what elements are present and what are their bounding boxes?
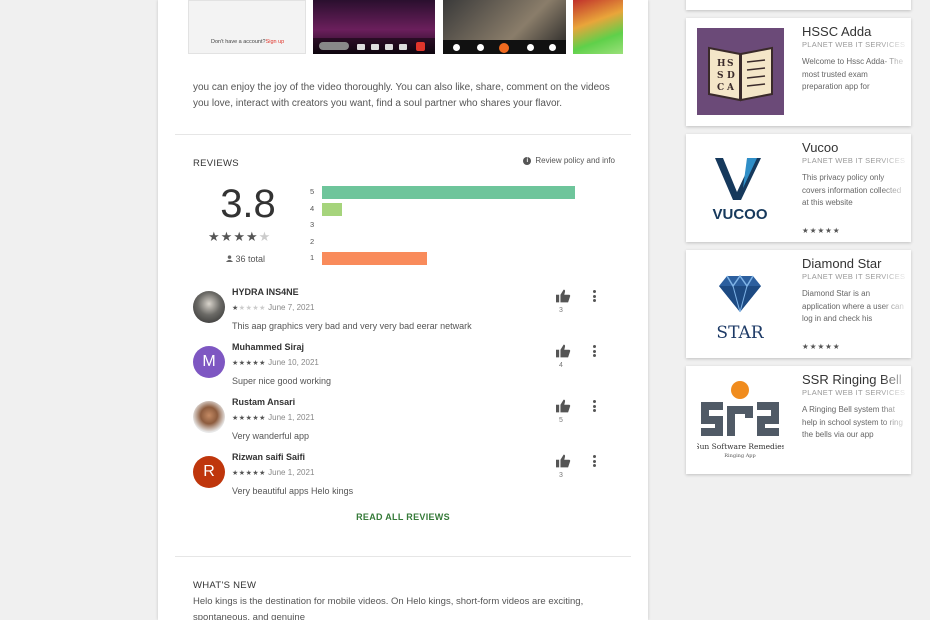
rating-count: 36 total (226, 254, 265, 264)
review-meta: ★★★★★ June 10, 2021 (232, 358, 319, 367)
thumbs-up-icon[interactable] (555, 454, 571, 468)
reviewer-name: Rizwan saifi Saifi (232, 452, 306, 462)
app-description: you can enjoy the joy of the video thoro… (193, 82, 610, 109)
card-rating-stars: ★★★★★ (802, 226, 841, 235)
avatar[interactable]: M (193, 346, 225, 378)
like-count: 3 (559, 307, 563, 314)
svg-text:Ringing App: Ringing App (724, 453, 755, 459)
svg-text:D: D (727, 71, 735, 81)
thumbs-up-icon[interactable] (555, 289, 571, 303)
review-item: Rustam Ansari ★★★★★ June 1, 2021 Very wand… (193, 397, 613, 449)
screenshot-2[interactable] (313, 0, 435, 54)
review-item: HYDRA INS4NE ★★★★★ June 7, 2021 This aap g… (193, 287, 613, 339)
star-icon: ★ (233, 229, 246, 244)
similar-app-card[interactable] (686, 0, 911, 10)
screenshot-1[interactable]: Don't have a account?Sign up (188, 0, 306, 54)
divider (175, 134, 631, 135)
star-icon: ★ (245, 229, 259, 244)
card-rating-stars: ★★★★★ (802, 342, 841, 351)
hssc-adda-logo: HS SD CA (697, 28, 784, 115)
star-icon: ★ (208, 229, 221, 244)
avatar[interactable] (193, 291, 225, 323)
diamond-star-logo: STAR (697, 260, 784, 347)
reviews-title: REVIEWS (193, 158, 239, 169)
svg-text:S: S (717, 71, 724, 81)
review-policy-link[interactable]: i Review policy and info (523, 156, 615, 165)
thumbs-up-icon[interactable] (555, 344, 571, 358)
svg-text:STAR: STAR (716, 323, 764, 343)
similar-app-card-ssr[interactable]: Sun Software Remedies Ringing App SSR Ri… (686, 366, 911, 474)
review-text: Very beautiful apps Helo kings (232, 486, 354, 496)
star-icon: ★ (258, 229, 272, 244)
histogram-bar (322, 202, 343, 216)
more-options-icon[interactable] (591, 344, 597, 359)
histogram-label: 3 (310, 220, 315, 229)
like-count: 5 (559, 417, 563, 424)
thumbs-up-icon[interactable] (555, 399, 571, 413)
ssr-ringing-bell-logo: Sun Software Remedies Ringing App (697, 376, 784, 463)
like-count: 4 (559, 362, 563, 369)
read-all-reviews-button[interactable]: READ ALL REVIEWS (158, 512, 648, 522)
histogram-label: 1 (310, 253, 315, 262)
review-item: R Rizwan saifi Saifi ★★★★★ June 1, 2021 Ver… (193, 452, 613, 504)
screenshot-4[interactable] (573, 0, 623, 54)
histogram-label: 5 (310, 187, 315, 196)
svg-text:S: S (727, 59, 734, 69)
like-count: 3 (559, 472, 563, 479)
screenshot-3[interactable] (443, 0, 566, 54)
review-date: June 1, 2021 (265, 468, 315, 477)
divider (175, 556, 631, 557)
review-text: This aap graphics very bad and very very… (232, 321, 472, 331)
average-rating: 3.8 (220, 182, 276, 226)
more-options-icon[interactable] (591, 399, 597, 414)
review-stars: ★★★★★ (232, 415, 266, 422)
review-date: June 10, 2021 (265, 358, 319, 367)
review-text: Very wanderful app (232, 431, 310, 441)
svg-text:C: C (717, 83, 724, 93)
reviewer-name: Muhammed Siraj (232, 342, 305, 352)
whats-new-title: WHAT'S NEW (193, 580, 257, 591)
screenshot-strip[interactable]: Don't have a account?Sign up (188, 0, 648, 54)
similar-app-card-diamond-star[interactable]: STAR Diamond Star PLANET WEB IT SERVICES… (686, 250, 911, 358)
review-meta: ★★★★★ June 1, 2021 (232, 468, 314, 477)
review-item: M Muhammed Siraj ★★★★★ June 10, 2021 Super … (193, 342, 613, 394)
vucoo-logo: VUCOO (697, 144, 784, 231)
histogram-bar (322, 186, 576, 199)
review-meta: ★★★★★ June 7, 2021 (232, 303, 314, 312)
app-detail-panel: Don't have a account?Sign up you can enj… (158, 0, 648, 620)
review-text: Super nice good working (232, 376, 332, 386)
review-policy-label: Review policy and info (535, 156, 615, 165)
average-stars: ★★★★★ (208, 229, 271, 245)
card-title[interactable]: HSSC Adda (802, 24, 871, 39)
avatar[interactable] (193, 401, 225, 433)
signup-prompt: Don't have a account?Sign up (211, 39, 285, 45)
histogram-bar (322, 252, 427, 265)
similar-app-card-vucoo[interactable]: VUCOO Vucoo PLANET WEB IT SERVICES This … (686, 134, 911, 242)
similar-app-card-hssc[interactable]: HS SD CA HSSC Adda PLANET WEB IT SERVICE… (686, 18, 911, 126)
review-meta: ★★★★★ June 1, 2021 (232, 413, 314, 422)
more-options-icon[interactable] (591, 289, 597, 304)
whats-new-text: Helo kings is the destination for mobile… (193, 596, 584, 620)
reviewer-name: Rustam Ansari (232, 397, 296, 407)
star-icon: ★ (220, 229, 234, 244)
person-icon (226, 255, 233, 262)
svg-text:H: H (717, 59, 726, 69)
reviewer-name: HYDRA INS4NE (232, 287, 299, 297)
svg-text:Sun Software Remedies: Sun Software Remedies (697, 442, 784, 451)
avatar[interactable]: R (193, 456, 225, 488)
histogram-label: 2 (310, 236, 315, 246)
histogram-label: 4 (310, 203, 315, 213)
review-stars: ★★★★★ (232, 360, 266, 367)
review-date: June 7, 2021 (265, 303, 315, 312)
card-title[interactable]: Vucoo (802, 140, 838, 155)
review-stars: ★★★★★ (232, 305, 266, 312)
review-date: June 1, 2021 (265, 413, 315, 422)
svg-text:VUCOO: VUCOO (712, 206, 767, 223)
svg-text:A: A (726, 83, 735, 93)
card-spacer (686, 482, 911, 488)
info-icon: i (523, 156, 532, 165)
card-title[interactable]: Diamond Star (802, 256, 881, 271)
more-options-icon[interactable] (591, 454, 597, 469)
review-stars: ★★★★★ (232, 470, 266, 477)
